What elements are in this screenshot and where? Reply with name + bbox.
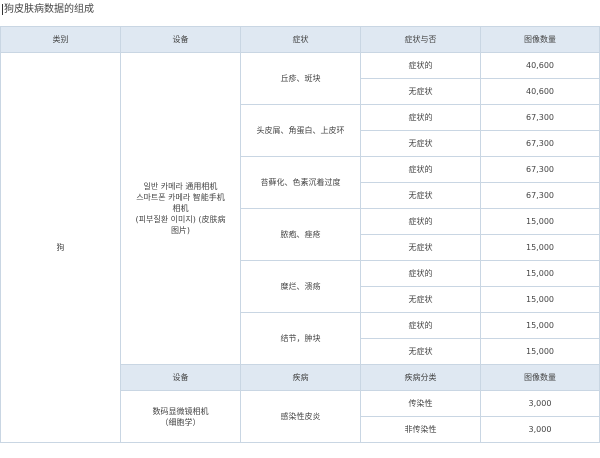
device-line: 일반 카메라 通用相机 <box>143 182 218 191</box>
status-cell: 无症状 <box>360 234 481 261</box>
disease-cell: 感染性皮炎 <box>240 390 361 443</box>
device-cell: 数码显微镜相机 （细胞学） <box>120 390 241 443</box>
count-cell: 67,300 <box>480 130 600 157</box>
symptom-cell: 结节，肿块 <box>240 312 361 365</box>
sub-header-disease: 疾病 <box>240 364 361 391</box>
device-line: (피부질환 이미지) (皮肤病 <box>135 215 226 224</box>
count-cell: 3,000 <box>480 416 600 443</box>
header-image-count: 图像数量 <box>480 26 600 53</box>
status-cell: 无症状 <box>360 286 481 313</box>
symptom-cell: 头皮屑、角蛋白、上皮环 <box>240 104 361 157</box>
device-line: 图片) <box>170 226 191 235</box>
device-line: 스마트폰 카메라 智能手机 <box>136 193 225 202</box>
count-cell: 15,000 <box>480 338 600 365</box>
count-cell: 67,300 <box>480 104 600 131</box>
status-cell: 症状的 <box>360 208 481 235</box>
device-line: 相机 <box>172 204 189 213</box>
header-symptom: 症状 <box>240 26 361 53</box>
status-cell: 无症状 <box>360 78 481 105</box>
table-row: 狗 일반 카메라 通用相机 스마트폰 카메라 智能手机 相机 (피부질환 이미지… <box>0 52 600 443</box>
count-cell: 3,000 <box>480 390 600 417</box>
symptom-cell: 丘疹、斑块 <box>240 52 361 105</box>
count-cell: 40,600 <box>480 78 600 105</box>
status-cell: 症状的 <box>360 260 481 287</box>
count-cell: 15,000 <box>480 234 600 261</box>
table-caption: 狗皮肤病数据的组成 <box>2 4 94 15</box>
header-row: 类别 设备 症状 症状与否 图像数量 <box>0 26 600 53</box>
header-symptom-status: 症状与否 <box>360 26 481 53</box>
status-cell: 无症状 <box>360 182 481 209</box>
status-cell: 症状的 <box>360 104 481 131</box>
count-cell: 15,000 <box>480 312 600 339</box>
header-device: 设备 <box>120 26 241 53</box>
count-cell: 15,000 <box>480 286 600 313</box>
count-cell: 15,000 <box>480 208 600 235</box>
status-cell: 症状的 <box>360 156 481 183</box>
data-table: 类别 设备 症状 症状与否 图像数量 狗 일반 카메라 通用相机 스마트폰 카메… <box>0 26 600 443</box>
count-cell: 67,300 <box>480 156 600 183</box>
status-cell: 无症状 <box>360 338 481 365</box>
symptom-cell: 脓疱、痤疮 <box>240 208 361 261</box>
disease-type-cell: 传染性 <box>360 390 481 417</box>
device-line: 数码显微镜相机 <box>152 406 209 416</box>
status-cell: 症状的 <box>360 52 481 79</box>
status-cell: 无症状 <box>360 130 481 157</box>
device-cell: 일반 카메라 通用相机 스마트폰 카메라 智能手机 相机 (피부질환 이미지) … <box>120 52 241 365</box>
symptom-cell: 苔藓化、色素沉着过度 <box>240 156 361 209</box>
symptom-cell: 糜烂、溃疡 <box>240 260 361 313</box>
count-cell: 15,000 <box>480 260 600 287</box>
disease-type-cell: 非传染性 <box>360 416 481 443</box>
sub-header-image-count: 图像数量 <box>480 364 600 391</box>
count-cell: 40,600 <box>480 52 600 79</box>
category-cell: 狗 <box>0 52 121 443</box>
header-category: 类别 <box>0 26 121 53</box>
device-line: （细胞学） <box>160 417 201 427</box>
sub-header-device: 设备 <box>120 364 241 391</box>
sub-header-disease-type: 疾病分类 <box>360 364 481 391</box>
count-cell: 67,300 <box>480 182 600 209</box>
status-cell: 症状的 <box>360 312 481 339</box>
